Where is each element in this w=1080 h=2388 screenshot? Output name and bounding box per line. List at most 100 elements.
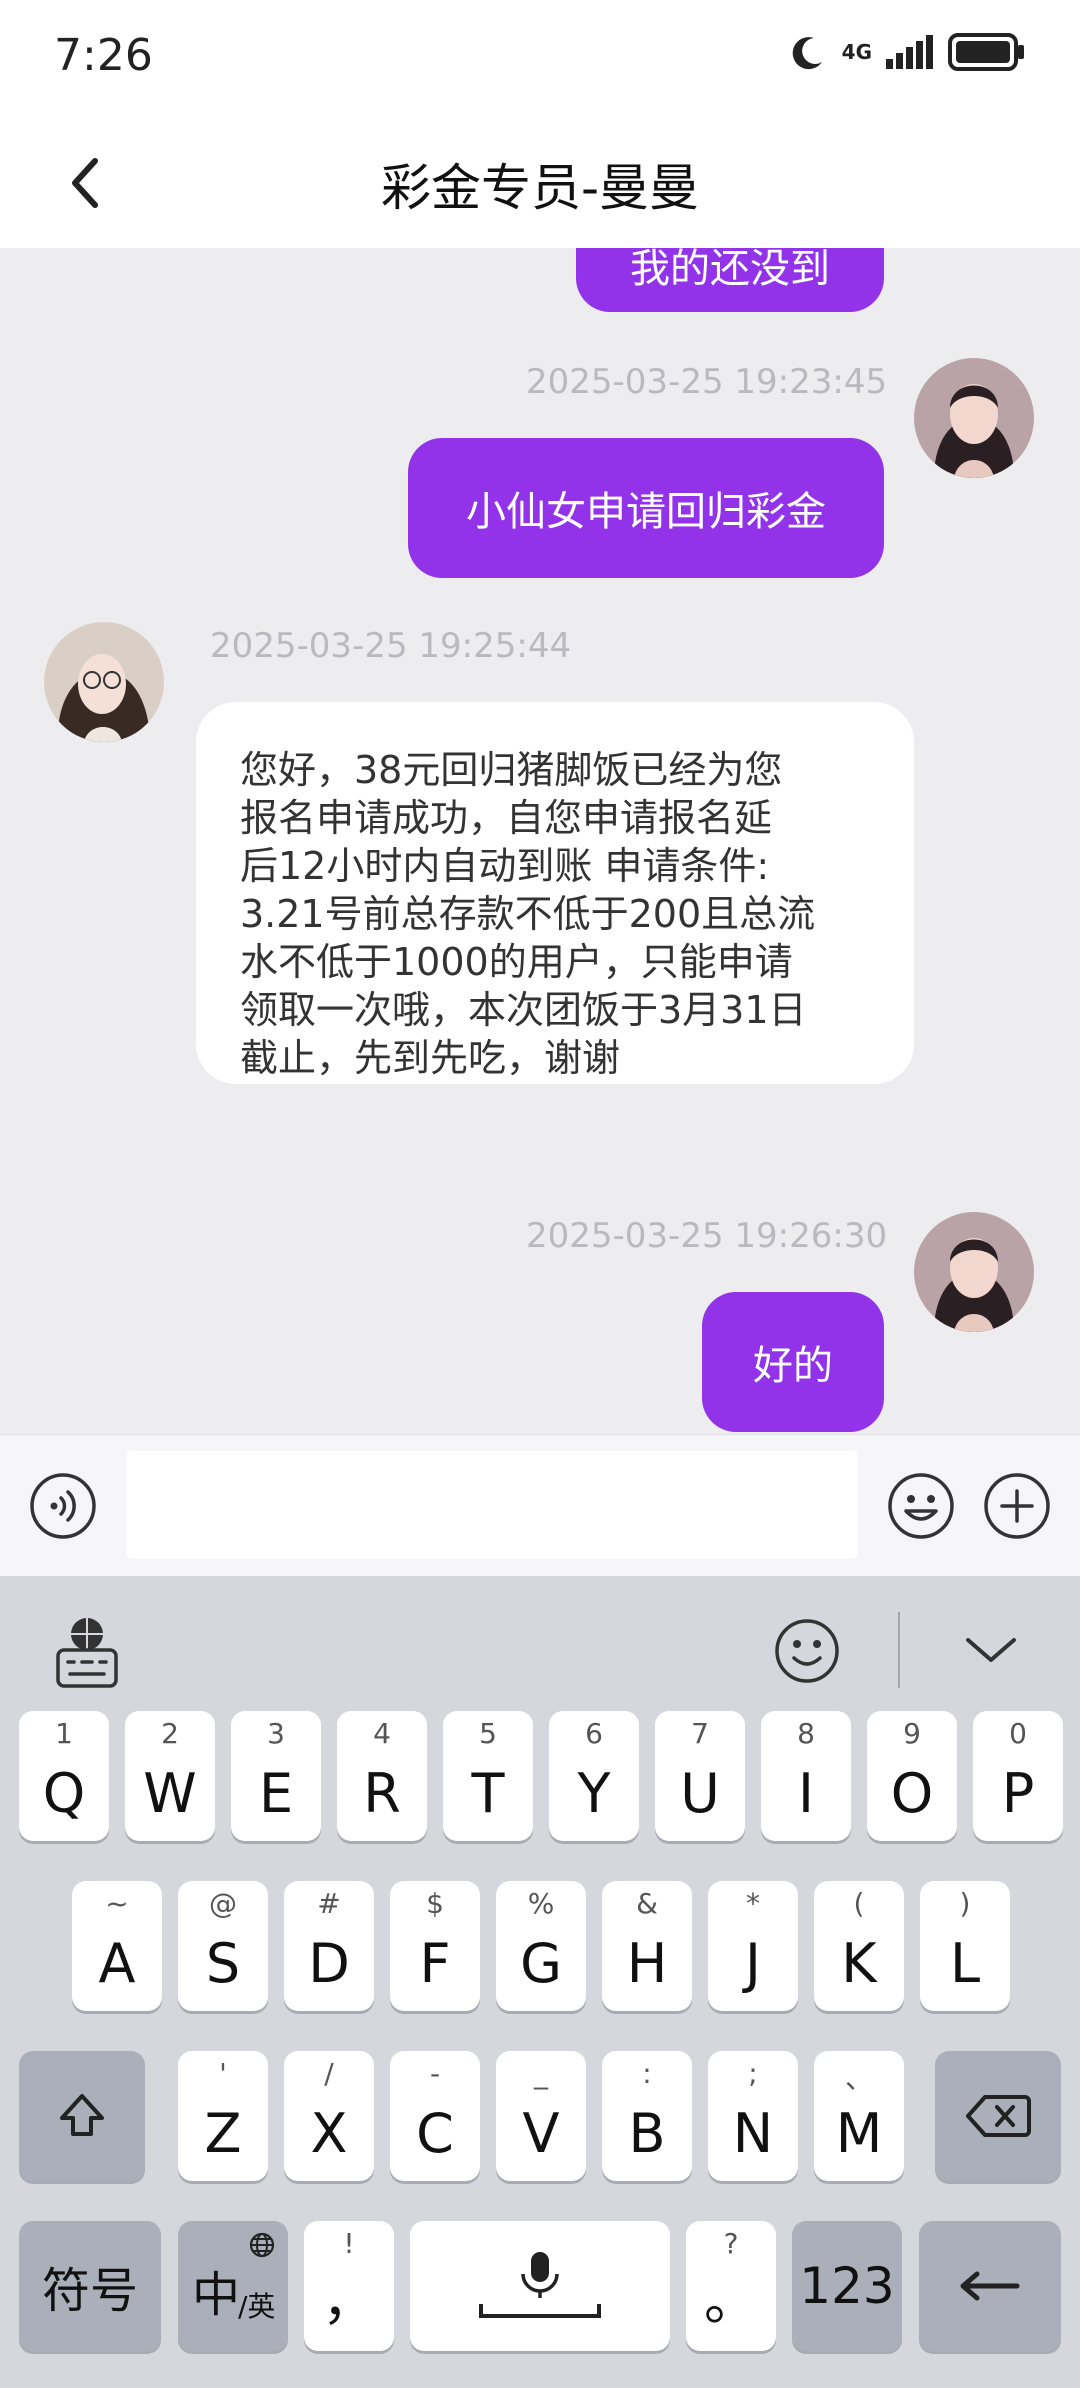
key-sub: 6 xyxy=(585,1717,603,1750)
key-e[interactable]: 3E xyxy=(231,1711,321,1841)
key-k[interactable]: (K xyxy=(814,1881,904,2011)
key-j[interactable]: * J xyxy=(708,1881,798,2011)
user-avatar-image xyxy=(914,1212,1034,1332)
message-line: 您好，38元回归猪脚饭已经为您 xyxy=(240,748,783,792)
hide-keyboard-button[interactable] xyxy=(956,1628,1026,1672)
key-b[interactable]: :B xyxy=(602,2051,692,2181)
more-button[interactable] xyxy=(982,1471,1052,1541)
network-label: 4G xyxy=(841,40,872,64)
signal-icon xyxy=(886,35,933,69)
key-sub: 2 xyxy=(161,1717,179,1750)
key-label: O xyxy=(890,1762,934,1825)
key-r[interactable]: 4R xyxy=(337,1711,427,1841)
key-u[interactable]: 7U xyxy=(655,1711,745,1841)
key-a[interactable]: ~ A xyxy=(72,1881,162,2011)
message-bubble-outgoing[interactable]: 小仙女申请回归彩金 xyxy=(408,438,884,578)
message-input[interactable] xyxy=(126,1451,858,1559)
space-key[interactable] xyxy=(410,2221,670,2351)
key-q[interactable]: 1Q xyxy=(19,1711,109,1841)
voice-button[interactable] xyxy=(28,1471,98,1541)
key-y[interactable]: 6Y xyxy=(549,1711,639,1841)
language-key[interactable]: 中 /英 xyxy=(178,2221,288,2351)
key-sub: : xyxy=(642,2057,652,2090)
key-n[interactable]: ; N xyxy=(708,2051,798,2181)
key-t[interactable]: 5T xyxy=(443,1711,533,1841)
key-sub: 5 xyxy=(479,1717,497,1750)
key-c[interactable]: -C xyxy=(390,2051,480,2181)
message-line: 报名申请成功，自您申请报名延 xyxy=(240,796,773,840)
key-d[interactable]: # D xyxy=(284,1881,374,2011)
key-sub: ~ xyxy=(105,1887,129,1920)
key-sub: ; xyxy=(748,2057,758,2090)
numbers-key[interactable]: 123 xyxy=(792,2221,902,2351)
key-x[interactable]: / X xyxy=(284,2051,374,2181)
key-label: F xyxy=(419,1932,451,1995)
key-s[interactable]: @ S xyxy=(178,1881,268,2011)
language-key-sub: /英 xyxy=(238,2290,276,2323)
key-label: E xyxy=(258,1762,294,1825)
period-key[interactable]: ?。 xyxy=(686,2221,776,2351)
key-f[interactable]: $ F xyxy=(390,1881,480,2011)
key-m[interactable]: 、 M xyxy=(814,2051,904,2181)
key-z[interactable]: ' Z xyxy=(178,2051,268,2181)
language-key-main: 中 xyxy=(192,2267,241,2323)
backspace-key[interactable] xyxy=(935,2051,1061,2181)
key-sub: ) xyxy=(959,1887,971,1920)
key-p[interactable]: 0P xyxy=(973,1711,1063,1841)
key-sub: ( xyxy=(853,1887,865,1920)
key-v[interactable]: _ V xyxy=(496,2051,586,2181)
key-g[interactable]: % G xyxy=(496,1881,586,2011)
key-sub: 3 xyxy=(267,1717,285,1750)
agent-avatar-image xyxy=(44,622,164,742)
key-sub: 、 xyxy=(844,2062,873,2095)
input-bar xyxy=(0,1434,1080,1576)
microphone-icon xyxy=(479,2252,601,2318)
keyboard-emoji-button[interactable] xyxy=(772,1616,842,1686)
key-label: X xyxy=(310,2102,348,2165)
key-w[interactable]: 2W xyxy=(125,1711,215,1841)
key-label: T xyxy=(471,1762,505,1825)
message-line: 后12小时内自动到账 申请条件: xyxy=(240,844,770,888)
space-key-content xyxy=(410,2221,670,2351)
keyboard-settings-button[interactable] xyxy=(52,1614,122,1690)
shift-key[interactable] xyxy=(19,2051,145,2181)
message-text: 小仙女申请回归彩金 xyxy=(466,489,826,535)
avatar[interactable] xyxy=(914,358,1034,478)
key-label: 。 xyxy=(704,2269,758,2332)
key-sub: / xyxy=(324,2057,334,2090)
key-l[interactable]: ) L xyxy=(920,1881,1010,2011)
key-label: C xyxy=(416,2102,454,2165)
symbols-key[interactable]: 符号 xyxy=(19,2221,161,2351)
key-i[interactable]: 8I xyxy=(761,1711,851,1841)
key-label: Y xyxy=(577,1762,611,1825)
key-o[interactable]: 9O xyxy=(867,1711,957,1841)
key-label: Z xyxy=(204,2102,242,2165)
message-bubble-incoming[interactable]: 您好，38元回归猪脚饭已经为您 报名申请成功，自您申请报名延 后12小时内自动到… xyxy=(196,702,914,1084)
key-label: ， xyxy=(322,2269,376,2332)
key-sub: - xyxy=(429,2057,441,2090)
key-label: I xyxy=(798,1762,814,1825)
chat-area[interactable]: 我的还没到 2025-03-25 19:23:45 小仙女申请回归彩金 2025… xyxy=(0,248,1080,1434)
avatar[interactable] xyxy=(914,1212,1034,1332)
comma-key[interactable]: !， xyxy=(304,2221,394,2351)
smiley-icon xyxy=(888,1473,954,1539)
message-line: 截止，先到先吃，谢谢 xyxy=(240,1036,621,1080)
plus-circle-icon xyxy=(984,1473,1050,1539)
key-sub: % xyxy=(527,1887,555,1920)
message-text: 好的 xyxy=(753,1343,833,1389)
key-h[interactable]: & H xyxy=(602,1881,692,2011)
page-title: 彩金专员-曼曼 xyxy=(380,159,700,217)
key-sub: 9 xyxy=(903,1717,921,1750)
avatar[interactable] xyxy=(44,622,164,742)
battery-icon xyxy=(948,33,1024,71)
user-avatar-image xyxy=(914,358,1034,478)
toolbar-divider xyxy=(898,1612,900,1688)
status-icons: 4G xyxy=(788,32,1026,72)
chevron-down-icon xyxy=(966,1638,1016,1662)
message-bubble-outgoing[interactable]: 我的还没到 xyxy=(576,248,884,312)
emoji-button[interactable] xyxy=(886,1471,956,1541)
message-bubble-outgoing[interactable]: 好的 xyxy=(702,1292,884,1432)
enter-key[interactable] xyxy=(919,2221,1061,2351)
symbols-key-label: 符号 xyxy=(41,2263,138,2319)
voice-icon xyxy=(30,1473,96,1539)
